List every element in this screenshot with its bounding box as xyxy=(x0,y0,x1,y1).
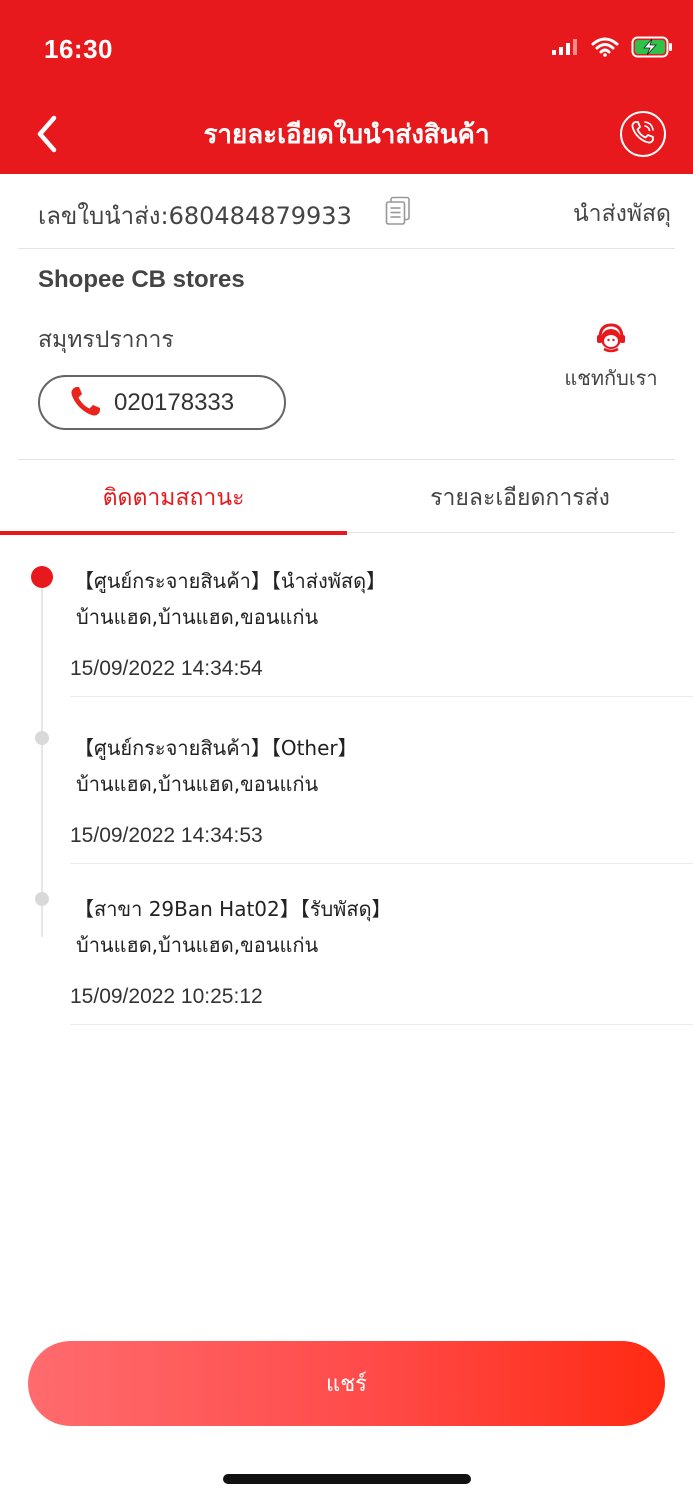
timeline-dot-active xyxy=(31,566,53,588)
timeline-title: 【ศูนย์กระจายสินค้า】【Other】 xyxy=(74,736,358,760)
timeline-dot xyxy=(35,892,49,906)
waybill-number: เลขใบนำส่ง:680484879933 xyxy=(38,202,352,230)
waybill-status: นำส่งพัสดุ xyxy=(572,201,671,227)
store-name: Shopee CB stores xyxy=(38,266,245,293)
timeline-address: บ้านแฮด,บ้านแฮด,ขอนแก่น xyxy=(76,933,319,957)
home-indicator xyxy=(223,1474,471,1484)
timeline-item: 【ศูนย์กระจายสินค้า】【Other】 บ้านแฮด,บ้านแ… xyxy=(70,702,693,864)
tab-bar: ติดตามสถานะ รายละเอียดการส่ง xyxy=(0,460,693,535)
timeline-time: 15/09/2022 10:25:12 xyxy=(70,985,263,1008)
waybill-row: เลขใบนำส่ง:680484879933 นำส่งพัสดุ xyxy=(18,174,675,249)
timeline-title: 【สาขา 29Ban Hat02】【รับพัสดุ】 xyxy=(74,897,392,921)
timeline-line xyxy=(41,577,43,937)
store-region: สมุทรปราการ xyxy=(38,327,174,353)
timeline-item: 【สาขา 29Ban Hat02】【รับพัสดุ】 บ้านแฮด,บ้า… xyxy=(70,863,693,1025)
status-time: 16:30 xyxy=(44,34,113,64)
timeline-dot xyxy=(35,731,49,745)
store-info: Shopee CB stores สมุทรปราการ 020178333 แ… xyxy=(18,250,675,460)
battery-charging-icon xyxy=(631,36,673,62)
phone-number: 020178333 xyxy=(114,388,235,416)
timeline-address: บ้านแฮด,บ้านแฮด,ขอนแก่น xyxy=(76,605,319,629)
wifi-icon xyxy=(591,37,619,61)
status-icons xyxy=(551,36,673,62)
timeline-item: 【ศูนย์กระจายสินค้า】【นำส่งพัสดุ】 บ้านแฮด,… xyxy=(70,535,693,697)
app-header: 16:30 รายละเอียดใบนำส่งสินค้า xyxy=(0,0,693,174)
chat-button[interactable]: แชทกับเรา xyxy=(561,322,661,394)
phone-button[interactable]: 020178333 xyxy=(38,375,286,430)
tab-track-status[interactable]: ติดตามสถานะ xyxy=(0,460,347,535)
timeline-time: 15/09/2022 14:34:54 xyxy=(70,657,263,680)
chat-label: แชทกับเรา xyxy=(564,366,658,390)
customer-service-icon xyxy=(593,323,629,358)
call-button[interactable] xyxy=(620,111,666,157)
timeline-address: บ้านแฮด,บ้านแฮด,ขอนแก่น xyxy=(76,772,319,796)
copy-icon[interactable] xyxy=(385,196,411,226)
page-title: รายละเอียดใบนำส่งสินค้า xyxy=(203,120,490,150)
share-button[interactable]: แชร์ xyxy=(28,1341,665,1426)
phone-icon xyxy=(68,383,104,423)
timeline-title: 【ศูนย์กระจายสินค้า】【นำส่งพัสดุ】 xyxy=(74,569,387,593)
phone-call-icon xyxy=(628,117,658,151)
tab-divider xyxy=(347,532,675,533)
timeline-time: 15/09/2022 14:34:53 xyxy=(70,824,263,847)
tab-delivery-details[interactable]: รายละเอียดการส่ง xyxy=(347,460,693,535)
signal-icon xyxy=(551,38,579,60)
